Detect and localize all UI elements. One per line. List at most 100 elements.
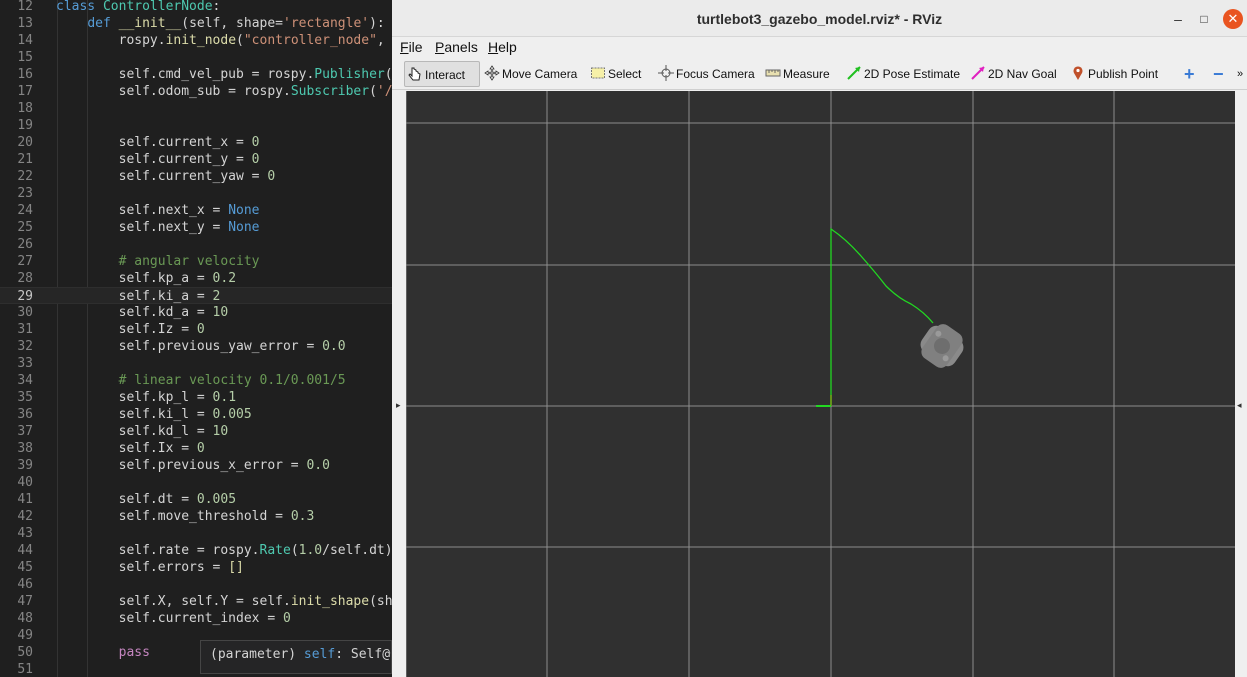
- code-line[interactable]: 17 self.odom_sub = rospy.Subscriber('/o: [0, 83, 392, 100]
- code-line[interactable]: 31 self.Iz = 0: [0, 321, 392, 338]
- menu-panels-rest: anels: [444, 39, 478, 55]
- code-text: self.kd_a = 10: [56, 305, 229, 320]
- code-line[interactable]: 27 # angular velocity: [0, 253, 392, 270]
- code-line[interactable]: 12 class ControllerNode:: [0, 0, 392, 15]
- code-line[interactable]: 41 self.dt = 0.005: [0, 491, 392, 508]
- select-box-icon: [591, 67, 605, 79]
- add-tool-button[interactable]: +: [1182, 61, 1195, 87]
- code-line[interactable]: 18: [0, 100, 392, 117]
- code-line[interactable]: 15: [0, 49, 392, 66]
- map-pin-icon: [1073, 66, 1083, 80]
- tool-measure[interactable]: Measure: [763, 61, 830, 87]
- code-line[interactable]: 48 self.current_index = 0: [0, 610, 392, 627]
- magenta-arrow-icon: [971, 66, 985, 80]
- line-number: 15: [17, 50, 33, 65]
- menu-file[interactable]: File: [400, 39, 423, 55]
- tool-2d-nav-goal-label: 2D Nav Goal: [988, 67, 1057, 81]
- code-line[interactable]: 45 self.errors = []: [0, 559, 392, 576]
- code-line[interactable]: 26: [0, 236, 392, 253]
- code-text: self.next_x = None: [56, 203, 260, 218]
- code-text: self.rate = rospy.Rate(1.0/self.dt): [56, 543, 392, 558]
- code-line[interactable]: 33: [0, 355, 392, 372]
- code-line[interactable]: 19: [0, 117, 392, 134]
- menu-panels[interactable]: Panels: [435, 39, 478, 55]
- code-line[interactable]: 13 def __init__(self, shape='rectangle')…: [0, 15, 392, 32]
- code-line[interactable]: 42 self.move_threshold = 0.3: [0, 508, 392, 525]
- menu-file-rest: ile: [408, 39, 423, 55]
- minimize-button[interactable]: –: [1168, 9, 1188, 29]
- code-text: self.current_yaw = 0: [56, 169, 276, 184]
- code-line[interactable]: 32 self.previous_yaw_error = 0.0: [0, 338, 392, 355]
- code-line[interactable]: 30 self.kd_a = 10: [0, 304, 392, 321]
- menu-help[interactable]: Help: [488, 39, 517, 55]
- code-text: self.current_index = 0: [56, 611, 291, 626]
- code-line[interactable]: 39 self.previous_x_error = 0.0: [0, 457, 392, 474]
- line-number: 43: [17, 526, 33, 541]
- code-line[interactable]: 22 self.current_yaw = 0: [0, 168, 392, 185]
- code-line[interactable]: 37 self.kd_l = 10: [0, 423, 392, 440]
- code-line[interactable]: 21 self.current_y = 0: [0, 151, 392, 168]
- tool-select[interactable]: Select: [588, 61, 641, 87]
- expand-left-arrow-icon[interactable]: ▸: [396, 400, 401, 411]
- hover-tooltip-prefix: (parameter): [210, 647, 304, 662]
- line-number: 49: [17, 628, 33, 643]
- code-line[interactable]: 25 self.next_y = None: [0, 219, 392, 236]
- line-number: 16: [17, 67, 33, 82]
- code-editor[interactable]: 12 class ControllerNode: 13 def __init__(s…: [0, 0, 392, 677]
- code-line[interactable]: 40: [0, 474, 392, 491]
- line-number: 23: [17, 186, 33, 201]
- code-line[interactable]: 47 self.X, self.Y = self.init_shape(shap: [0, 593, 392, 610]
- code-line[interactable]: 34 # linear velocity 0.1/0.001/5: [0, 372, 392, 389]
- tool-publish-point[interactable]: Publish Point: [1068, 61, 1158, 87]
- move-camera-icon: [484, 65, 500, 81]
- close-button[interactable]: ✕: [1223, 9, 1243, 29]
- code-line[interactable]: 35 self.kp_l = 0.1: [0, 389, 392, 406]
- tool-2d-pose-estimate[interactable]: 2D Pose Estimate: [844, 61, 960, 87]
- line-number: 26: [17, 237, 33, 252]
- code-text: self.X, self.Y = self.init_shape(shap: [56, 594, 392, 609]
- tool-focus-camera[interactable]: Focus Camera: [656, 61, 755, 87]
- title-bar[interactable]: turtlebot3_gazebo_model.rviz* - RViz – □…: [392, 0, 1247, 37]
- code-line[interactable]: 24 self.next_x = None: [0, 202, 392, 219]
- toolbar-overflow-button[interactable]: »: [1235, 61, 1243, 87]
- tool-select-label: Select: [608, 67, 642, 81]
- code-text: self.current_y = 0: [56, 152, 260, 167]
- expand-right-arrow-icon[interactable]: ◂: [1237, 400, 1242, 411]
- code-line[interactable]: 29 self.ki_a = 2: [0, 287, 392, 304]
- line-number: 19: [17, 118, 33, 133]
- code-line[interactable]: 36 self.ki_l = 0.005: [0, 406, 392, 423]
- tool-move-camera[interactable]: Move Camera: [482, 61, 577, 87]
- code-text: self.previous_yaw_error = 0.0: [56, 339, 346, 354]
- line-number: 46: [17, 577, 33, 592]
- remove-tool-button[interactable]: −: [1211, 61, 1224, 87]
- code-text: self.cmd_vel_pub = rospy.Publisher(": [56, 67, 392, 82]
- code-text: self.dt = 0.005: [56, 492, 237, 507]
- code-line[interactable]: 23: [0, 185, 392, 202]
- right-dock-collapsed[interactable]: ◂: [1235, 91, 1247, 677]
- code-line[interactable]: 14 rospy.init_node("controller_node", a: [0, 32, 392, 49]
- code-line[interactable]: 43: [0, 525, 392, 542]
- line-number: 39: [17, 458, 33, 473]
- line-number: 28: [17, 271, 33, 286]
- tool-2d-nav-goal[interactable]: 2D Nav Goal: [968, 61, 1057, 87]
- rviz-window: turtlebot3_gazebo_model.rviz* - RViz – □…: [392, 0, 1247, 677]
- line-number: 47: [17, 594, 33, 609]
- maximize-button[interactable]: □: [1194, 9, 1214, 29]
- line-number: 22: [17, 169, 33, 184]
- line-number: 35: [17, 390, 33, 405]
- left-dock-collapsed[interactable]: ▸: [392, 91, 406, 677]
- line-number: 33: [17, 356, 33, 371]
- line-number: 37: [17, 424, 33, 439]
- code-line[interactable]: 38 self.Ix = 0: [0, 440, 392, 457]
- code-line[interactable]: 44 self.rate = rospy.Rate(1.0/self.dt): [0, 542, 392, 559]
- tool-interact[interactable]: Interact: [404, 61, 480, 87]
- code-line[interactable]: 16 self.cmd_vel_pub = rospy.Publisher(": [0, 66, 392, 83]
- tool-interact-label: Interact: [425, 68, 466, 82]
- code-line[interactable]: 20 self.current_x = 0: [0, 134, 392, 151]
- code-text: # angular velocity: [118, 254, 260, 269]
- 3d-viewport[interactable]: [406, 91, 1235, 677]
- grid: [406, 91, 1235, 677]
- code-line[interactable]: 28 self.kp_a = 0.2: [0, 270, 392, 287]
- line-number: 48: [17, 611, 33, 626]
- code-line[interactable]: 46: [0, 576, 392, 593]
